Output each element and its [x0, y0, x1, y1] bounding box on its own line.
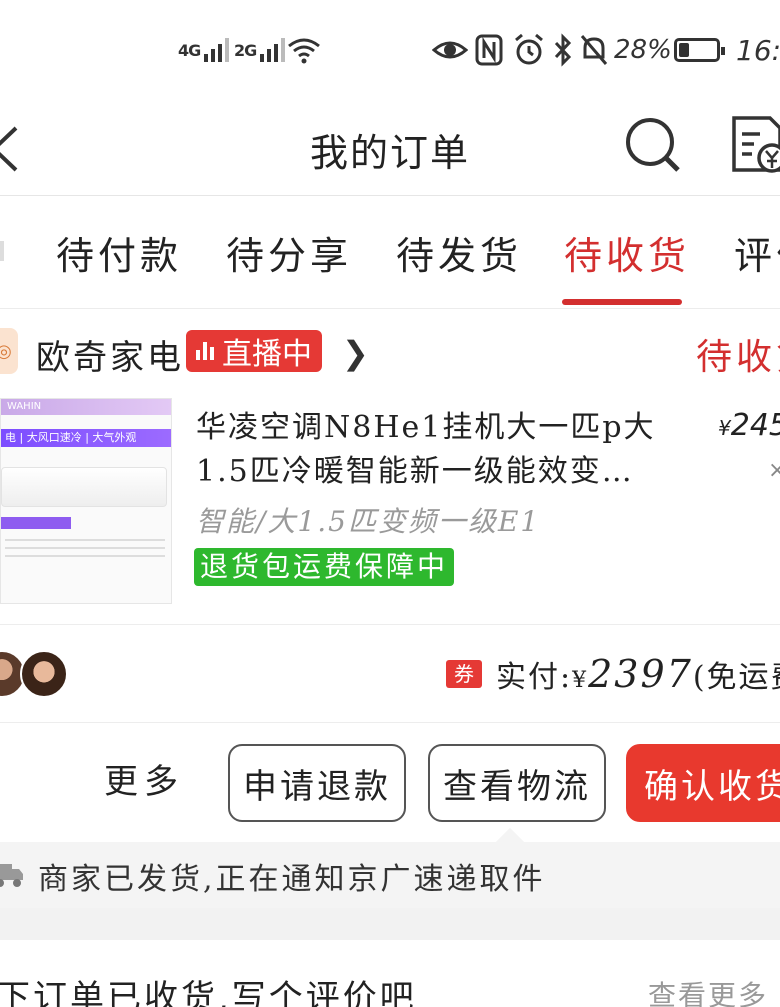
invoice-icon[interactable] — [728, 112, 780, 176]
refund-button[interactable]: 申请退款 — [228, 744, 406, 822]
order-status: 待收货 — [696, 337, 780, 378]
paid-amount: 实付:¥2397(免运费 — [496, 652, 780, 696]
live-label: 直播中 — [222, 337, 312, 372]
header: 我的订单 — [0, 100, 780, 196]
tab-pending-payment[interactable]: 待付款 — [56, 225, 182, 280]
model-strip — [1, 517, 71, 529]
shop-row[interactable]: ◎ 欧奇家电 直播中 ❯ 待收货 — [0, 322, 780, 386]
signal-2g: 2G — [234, 32, 286, 68]
product-image-brand: WAHIN — [1, 399, 171, 415]
signal-bars-icon — [204, 38, 230, 62]
review-prompt-row[interactable]: 下订单已收货,写个评价吧 查看更多 — [0, 960, 780, 1007]
tab-pending-shipment[interactable]: 待发货 — [396, 225, 522, 280]
shop-logo: ◎ — [0, 328, 18, 374]
signal-bars-icon — [260, 38, 286, 62]
status-bar: 4G 2G 28% 16:3 — [0, 0, 780, 100]
order-actions: 更多 申请退款 查看物流 确认收货 — [0, 728, 780, 828]
tab-review[interactable]: 评价 — [734, 225, 780, 280]
logistics-text: 商家已发货,正在通知京广速递取件 — [38, 862, 546, 897]
currency-symbol: ¥ — [718, 416, 731, 440]
view-logistics-button[interactable]: 查看物流 — [428, 744, 606, 822]
mute-icon — [580, 35, 608, 65]
active-tab-indicator — [562, 299, 682, 305]
eye-icon — [432, 41, 468, 59]
product-image-banner: 电 | 大风口速冷 | 大气外观 — [1, 429, 171, 447]
live-badge[interactable]: 直播中 — [186, 330, 322, 372]
signal-label: 2G — [234, 40, 257, 60]
aircon-unit-graphic — [1, 467, 167, 507]
confirm-receipt-button[interactable]: 确认收货 — [626, 744, 780, 822]
payment-row: 券 实付:¥2397(免运费 — [0, 640, 780, 710]
paid-value: 2397 — [588, 652, 693, 696]
divider — [0, 624, 780, 625]
alarm-icon — [515, 33, 543, 65]
signal-4g: 4G — [178, 32, 230, 68]
divider — [0, 722, 780, 723]
tab-pending-share[interactable]: 待分享 — [226, 225, 352, 280]
product-title-line: 1.5匹冷暖智能新一级能效变… — [196, 454, 634, 489]
product-title[interactable]: 华凌空调N8He1挂机大一匹p大 1.5匹冷暖智能新一级能效变… — [196, 406, 656, 494]
view-more-link[interactable]: 查看更多 — [648, 974, 768, 1007]
logistics-bar[interactable]: 商家已发货,正在通知京广速递取件 — [0, 842, 780, 908]
truck-icon — [0, 864, 23, 887]
bluetooth-icon — [554, 33, 572, 67]
product-title-line: 华凌空调N8He1挂机大一匹p大 — [196, 410, 656, 445]
return-shipping-badge: 退货包运费保障中 — [194, 548, 455, 586]
section-gap — [0, 908, 780, 940]
product-spec: 智能/大1.5匹变频一级E1 — [196, 505, 541, 538]
battery-fill — [679, 43, 689, 57]
paid-label: 实付: — [496, 660, 573, 695]
product-quantity: × — [768, 458, 780, 483]
shop-name[interactable]: 欧奇家电 — [36, 330, 184, 379]
battery-outline — [674, 38, 725, 62]
wifi-icon — [288, 38, 320, 64]
battery-percent: 28% — [614, 32, 672, 68]
time-text: 16:3 — [736, 33, 780, 67]
spec-table-graphic — [5, 539, 165, 557]
shipping-note: (免运费 — [692, 660, 780, 695]
chevron-right-icon[interactable]: ❯ — [342, 334, 369, 372]
product-price: ¥245 — [718, 408, 780, 443]
nfc-icon — [475, 34, 503, 66]
signal-label: 4G — [178, 40, 201, 60]
price-value: 245 — [730, 408, 780, 443]
review-prompt-text: 下订单已收货,写个评价吧 — [0, 978, 417, 1007]
search-icon[interactable] — [620, 110, 686, 176]
avatar-group[interactable] — [0, 650, 68, 698]
clock: 16:3 — [736, 32, 780, 68]
tab-scroll-marker — [0, 241, 4, 261]
more-button[interactable]: 更多 — [104, 754, 184, 803]
coupon-badge: 券 — [446, 660, 482, 688]
product-item[interactable]: WAHIN 电 | 大风口速冷 | 大气外观 华凌空调N8He1挂机大一匹p大 … — [0, 398, 780, 608]
tab-pending-receipt[interactable]: 待收货 — [564, 225, 690, 280]
avatar — [20, 650, 68, 698]
product-image[interactable]: WAHIN 电 | 大风口速冷 | 大气外观 — [0, 398, 172, 604]
order-tabs: 待付款 待分享 待发货 待收货 评价 — [0, 197, 780, 309]
battery-percent-text: 28% — [614, 35, 672, 65]
currency-symbol: ¥ — [572, 668, 589, 693]
live-icon — [196, 342, 214, 360]
battery-icon — [674, 32, 725, 68]
